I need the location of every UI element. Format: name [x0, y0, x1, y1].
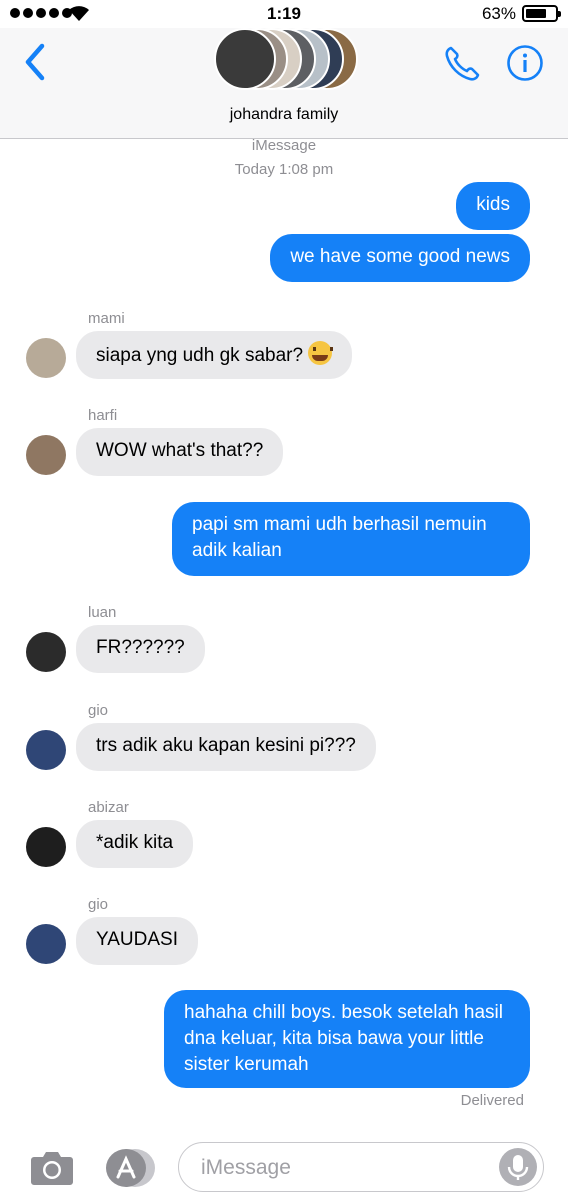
incoming-message[interactable]: trs adik aku kapan kesini pi???: [76, 723, 376, 771]
delivery-status: Delivered: [460, 1092, 524, 1109]
battery-percentage: 63%: [481, 4, 516, 23]
microphone-icon[interactable]: [499, 1148, 537, 1186]
battery-icon: [522, 5, 561, 22]
status-bar: 1:19 63%: [0, 0, 568, 28]
back-chevron-icon[interactable]: [18, 42, 54, 82]
sender-name: harfi: [88, 407, 118, 424]
sender-name: gio: [88, 702, 109, 719]
conversation-header: johandra family: [0, 28, 568, 139]
sender-avatar[interactable]: [26, 435, 66, 475]
message-input-placeholder: iMessage: [201, 1156, 291, 1179]
sender-name: luan: [88, 604, 117, 621]
incoming-message[interactable]: YAUDASI: [76, 917, 199, 965]
camera-icon[interactable]: [30, 1148, 74, 1186]
info-icon[interactable]: [506, 44, 544, 82]
sender-name: mami: [88, 310, 125, 327]
phone-icon[interactable]: [442, 44, 482, 84]
incoming-message[interactable]: siapa yng udh gk sabar?: [76, 331, 353, 379]
sender-avatar[interactable]: [26, 730, 66, 770]
thread-timestamp: Today 1:08 pm: [234, 161, 334, 178]
outgoing-message[interactable]: papi sm mami udh berhasil nemuin adik ka…: [172, 502, 530, 576]
group-avatar-stack[interactable]: [214, 28, 359, 94]
outgoing-message[interactable]: we have some good news: [270, 234, 530, 282]
sender-avatar[interactable]: [26, 924, 66, 964]
outgoing-message[interactable]: hahaha chill boys. besok setelah hasil d…: [164, 990, 530, 1088]
sender-avatar[interactable]: [26, 338, 66, 378]
incoming-message[interactable]: FR??????: [76, 625, 205, 673]
microphone-glyph: [507, 1155, 529, 1180]
message-text: siapa yng udh gk sabar?: [96, 345, 304, 366]
app-store-icon[interactable]: [103, 1148, 157, 1188]
sender-avatar[interactable]: [26, 827, 66, 867]
incoming-message[interactable]: WOW what's that??: [76, 428, 284, 476]
group-member-avatar: [214, 28, 276, 90]
incoming-message[interactable]: *adik kita: [76, 820, 194, 868]
sender-avatar[interactable]: [26, 632, 66, 672]
sender-name: abizar: [88, 799, 129, 816]
message-input[interactable]: iMessage: [178, 1142, 544, 1192]
outgoing-message[interactable]: kids: [456, 182, 530, 230]
laughing-emoji-icon: [308, 341, 334, 365]
sender-name: gio: [88, 896, 109, 913]
group-name[interactable]: johandra family: [0, 106, 568, 124]
service-label: iMessage: [251, 137, 317, 154]
